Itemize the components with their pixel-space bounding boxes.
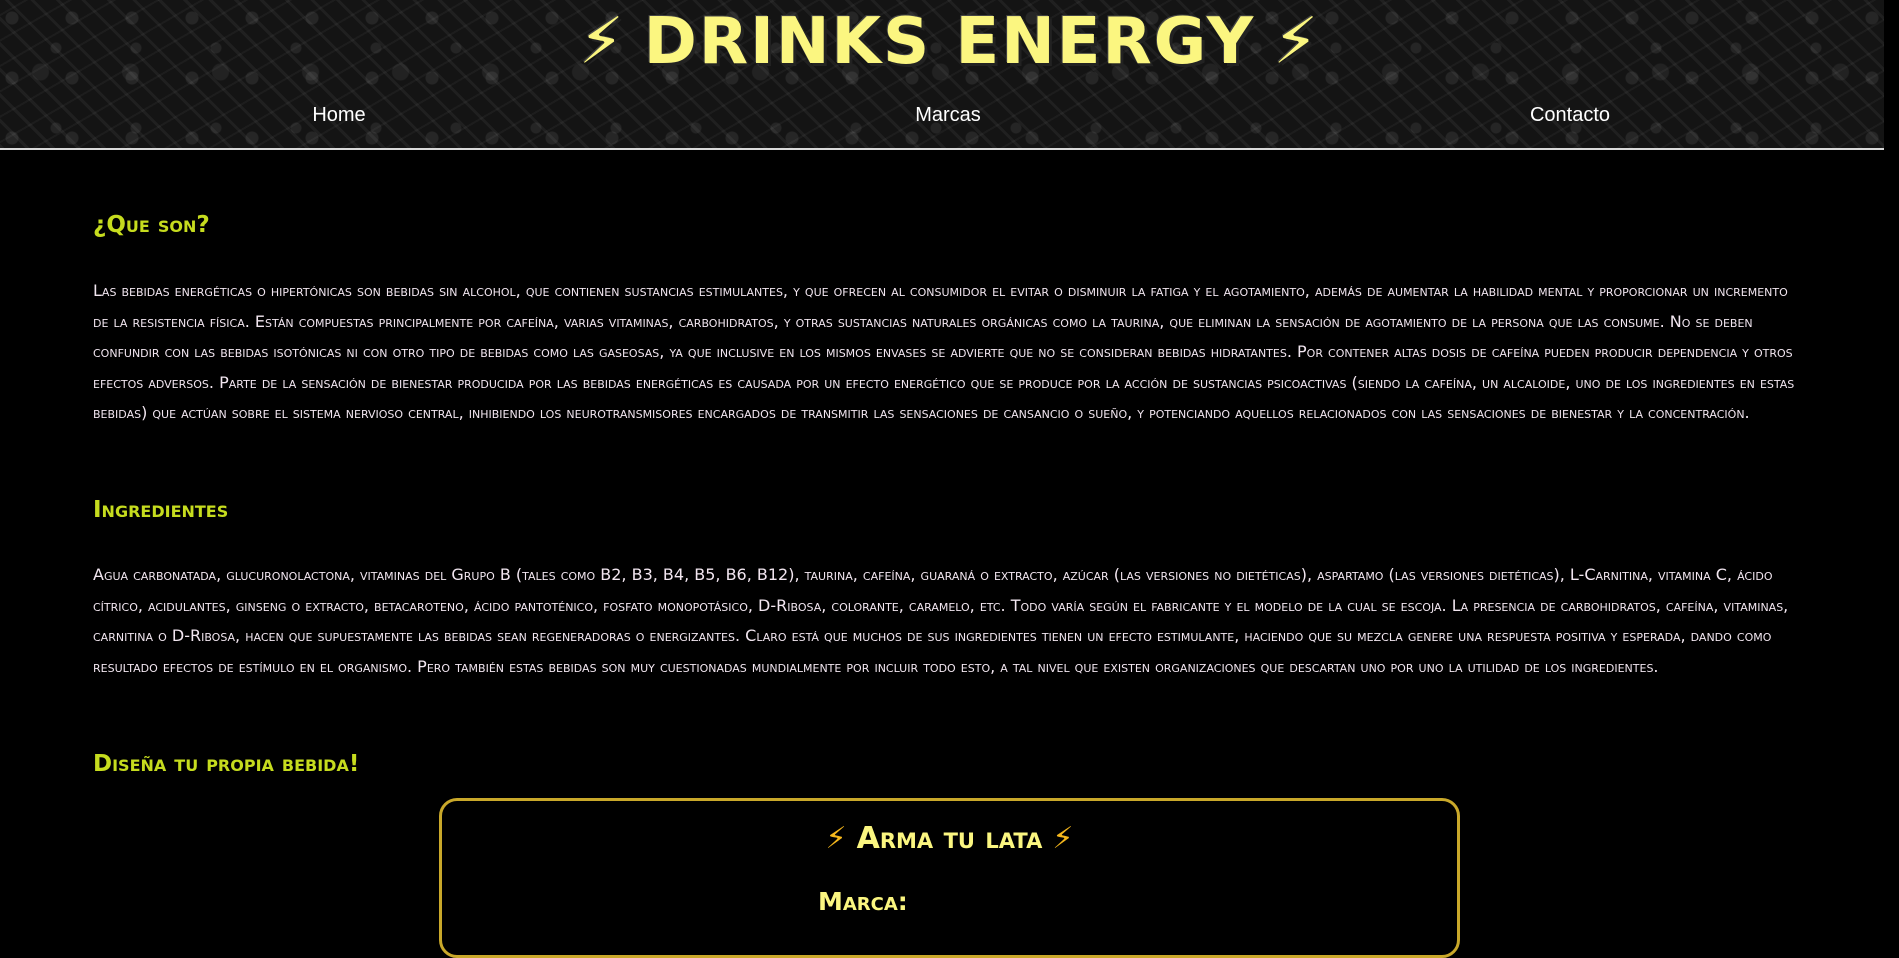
- section-title-disena: Diseña tu propia bebida!: [93, 751, 360, 777]
- section-text-ingredientes: Agua carbonatada, glucuronolactona, vita…: [93, 565, 1789, 676]
- page-scrollbar[interactable]: [1884, 0, 1899, 931]
- site-logo[interactable]: ⚡ DRINKS ENERGY ⚡: [0, 4, 1899, 80]
- can-builder-card: ⚡ Arma tu lata ⚡ Marca:: [439, 798, 1460, 958]
- lightning-bolt-icon: ⚡: [825, 821, 847, 856]
- nav-marcas-link[interactable]: Marcas: [915, 104, 981, 127]
- nav-home-link[interactable]: Home: [312, 104, 365, 127]
- nav-contacto-link[interactable]: Contacto: [1530, 104, 1610, 127]
- logo-text: DRINKS ENERGY: [643, 5, 1256, 79]
- main-nav: Home Marcas Contacto: [0, 104, 1884, 134]
- section-text-que-son: Las bebidas energéticas o hipertónicas s…: [93, 281, 1795, 422]
- lightning-bolt-icon: ⚡: [578, 5, 626, 79]
- lightning-bolt-icon: ⚡: [1273, 5, 1321, 79]
- brand-label: Marca:: [818, 887, 908, 916]
- lightning-bolt-icon: ⚡: [1052, 821, 1074, 856]
- section-title-que-son: ¿Que son?: [93, 212, 210, 238]
- can-builder-title-text: Arma tu lata: [856, 821, 1043, 856]
- site-header: ⚡ DRINKS ENERGY ⚡ Home Marcas Contacto: [0, 0, 1884, 150]
- section-title-ingredientes: Ingredientes: [93, 497, 229, 523]
- can-builder-title: ⚡ Arma tu lata ⚡: [442, 821, 1457, 856]
